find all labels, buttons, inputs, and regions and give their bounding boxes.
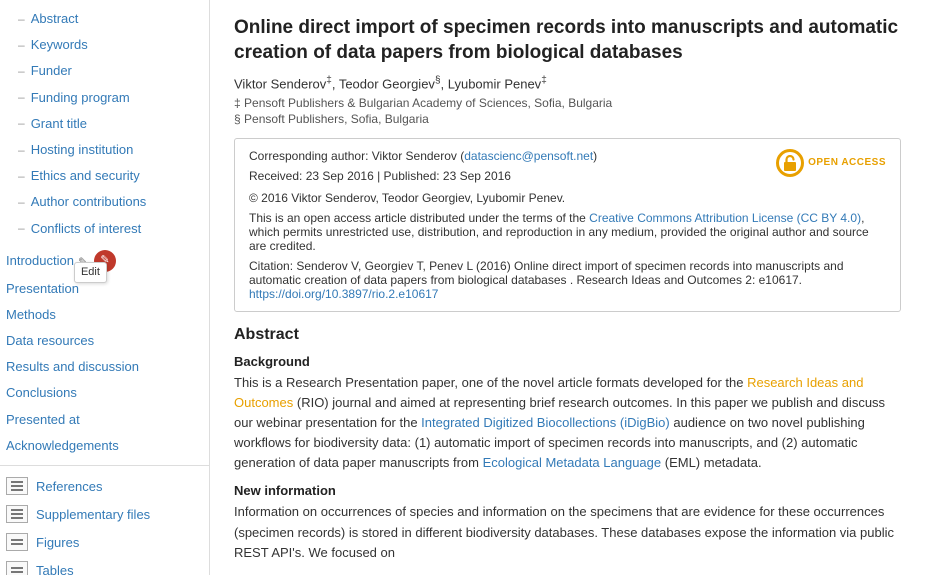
eml-link[interactable]: Ecological Metadata Language xyxy=(483,455,662,470)
sidebar-item-funding-program[interactable]: Funding program xyxy=(0,85,209,111)
sidebar-item-keywords[interactable]: Keywords xyxy=(0,32,209,58)
supplementary-icon xyxy=(6,505,28,523)
abstract-section-title: Abstract xyxy=(234,326,901,344)
edit-tooltip: ✎ ✎ Edit xyxy=(78,250,116,272)
authors-line: Viktor Senderov‡, Teodor Georgiev§, Lyub… xyxy=(234,75,901,91)
main-content: Online direct import of specimen records… xyxy=(210,0,925,575)
cc-license-link[interactable]: Creative Commons Attribution License (CC… xyxy=(589,211,861,225)
author2-name: , Teodor Georgiev xyxy=(332,77,435,92)
references-icon xyxy=(6,477,28,495)
sidebar-item-conflicts[interactable]: Conflicts of interest xyxy=(0,216,209,242)
sidebar-section-resources: References Supplementary files Figures xyxy=(0,470,209,575)
oa-circle xyxy=(776,149,804,177)
corresponding-email-link[interactable]: datascienc@pensoft.net xyxy=(464,149,593,163)
author3-name: , Lyubomir Penev xyxy=(441,77,542,92)
sidebar-item-results[interactable]: Results and discussion xyxy=(0,354,209,380)
sidebar-item-supplementary[interactable]: Supplementary files xyxy=(0,500,209,528)
sidebar-item-data-resources[interactable]: Data resources xyxy=(0,328,209,354)
idigbio-link[interactable]: Integrated Digitized Biocollections xyxy=(421,415,616,430)
doi-link[interactable]: https://doi.org/10.3897/rio.2.e10617 xyxy=(249,287,438,301)
affiliation-1: ‡ Pensoft Publishers & Bulgarian Academy… xyxy=(234,96,901,110)
sidebar-item-methods[interactable]: Methods xyxy=(0,302,209,328)
sidebar-item-ethics-security[interactable]: Ethics and security xyxy=(0,163,209,189)
affiliation1-symbol: ‡ xyxy=(234,96,244,110)
affiliation2-symbol: § xyxy=(234,112,244,126)
idigbio-link2[interactable]: (iDigBio) xyxy=(616,415,669,430)
sidebar-item-figures[interactable]: Figures xyxy=(0,528,209,556)
sidebar-item-presented-at[interactable]: Presented at xyxy=(0,407,209,433)
new-info-paragraph: Information on occurrences of species an… xyxy=(234,502,901,562)
sidebar-item-tables[interactable]: Tables xyxy=(0,556,209,575)
background-subsection-title: Background xyxy=(234,354,901,369)
copyright-line: © 2016 Viktor Senderov, Teodor Georgiev,… xyxy=(249,191,886,205)
edit-badge[interactable]: Edit xyxy=(74,262,107,283)
sidebar-item-hosting-institution[interactable]: Hosting institution xyxy=(0,137,209,163)
citation-text: Citation: Senderov V, Georgiev T, Penev … xyxy=(249,259,886,301)
author3-sup: ‡ xyxy=(541,75,547,86)
sidebar-item-introduction[interactable]: Introduction ✎ ✎ Edit xyxy=(0,246,209,276)
sidebar-item-acknowledgements[interactable]: Acknowledgements xyxy=(0,433,209,459)
open-access-badge: OPEN ACCESS xyxy=(776,149,886,177)
sidebar-item-author-contributions[interactable]: Author contributions xyxy=(0,189,209,215)
figures-icon xyxy=(6,533,28,551)
open-access-label: OPEN ACCESS xyxy=(808,157,886,168)
meta-box: Corresponding author: Viktor Senderov (d… xyxy=(234,138,901,312)
paper-title: Online direct import of specimen records… xyxy=(234,16,901,65)
author1-name: Viktor Senderov xyxy=(234,77,326,92)
open-lock-icon xyxy=(783,155,797,171)
background-paragraph: This is a Research Presentation paper, o… xyxy=(234,373,901,474)
tables-icon xyxy=(6,561,28,575)
sidebar-item-grant-title[interactable]: Grant title xyxy=(0,111,209,137)
sidebar-section-content: Introduction ✎ ✎ Edit Presentation Metho… xyxy=(0,244,209,461)
new-info-subsection-title: New information xyxy=(234,483,901,498)
affiliation-2: § Pensoft Publishers, Sofia, Bulgaria xyxy=(234,112,901,126)
sidebar-divider xyxy=(0,465,209,466)
sidebar-item-abstract[interactable]: Abstract xyxy=(0,6,209,32)
sidebar-item-conclusions[interactable]: Conclusions xyxy=(0,380,209,406)
sidebar-item-funder[interactable]: Funder xyxy=(0,58,209,84)
sidebar: Abstract Keywords Funder Funding program… xyxy=(0,0,210,575)
sidebar-section-meta: Abstract Keywords Funder Funding program… xyxy=(0,4,209,244)
sidebar-item-references[interactable]: References xyxy=(0,472,209,500)
license-text: This is an open access article distribut… xyxy=(249,211,886,253)
